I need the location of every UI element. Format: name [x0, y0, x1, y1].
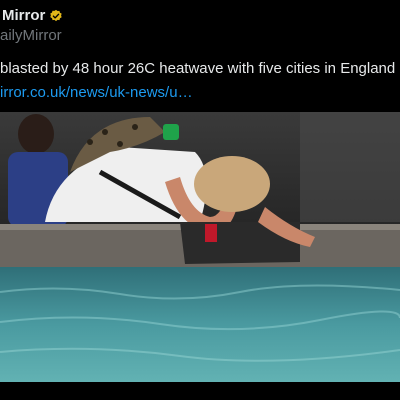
- hair: [194, 156, 270, 212]
- red-item: [205, 224, 217, 242]
- heatwave-photo-illustration: [0, 112, 400, 382]
- fountain-water: [0, 267, 400, 382]
- bystander-head: [18, 114, 54, 154]
- author-name-row[interactable]: Mirror: [2, 7, 63, 24]
- author-display-name[interactable]: Mirror: [2, 7, 45, 24]
- author-handle[interactable]: ailyMirror: [0, 27, 62, 44]
- verified-badge-icon: [50, 9, 63, 21]
- tweet-header: Mirror ailyMirror: [0, 0, 400, 48]
- tweet-link[interactable]: irror.co.uk/news/uk-news/u…: [0, 83, 400, 103]
- green-strap: [163, 124, 179, 140]
- tweet-text: blasted by 48 hour 26C heatwave with fiv…: [0, 60, 396, 77]
- tweet-photo[interactable]: [0, 112, 400, 382]
